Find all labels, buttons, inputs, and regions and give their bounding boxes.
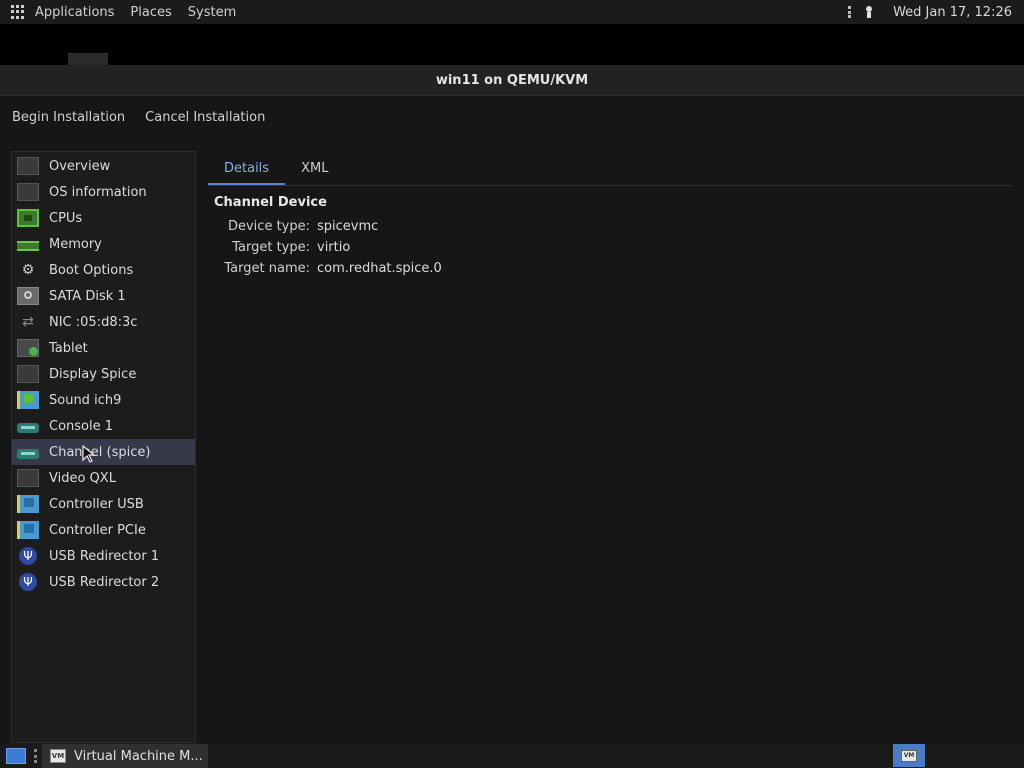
top-panel-tray: Wed Jan 17, 12:26 (848, 0, 1012, 24)
controller-card-icon (17, 521, 39, 539)
sidebar-item-usb-redirector-1[interactable]: Ψ USB Redirector 1 (12, 543, 195, 569)
menu-system[interactable]: System (188, 5, 236, 20)
cancel-installation-button[interactable]: Cancel Installation (145, 110, 265, 125)
sidebar-item-label: Overview (49, 158, 111, 174)
sidebar-item-overview[interactable]: Overview (12, 153, 195, 179)
memory-icon (17, 241, 39, 251)
sidebar-item-label: NIC :05:d8:3c (49, 314, 138, 330)
sidebar-item-label: Sound ich9 (49, 392, 122, 408)
monitor-icon (17, 469, 39, 487)
prop-value: com.redhat.spice.0 (317, 261, 442, 276)
virt-manager-icon: VM (901, 749, 917, 762)
prop-value: virtio (317, 240, 351, 255)
monitor-icon (17, 183, 39, 201)
network-icon: ⇄ (22, 314, 34, 330)
sidebar-item-label: SATA Disk 1 (49, 288, 126, 304)
mouse-cursor-icon (82, 445, 96, 463)
workspace-switcher[interactable]: VM (893, 744, 925, 767)
top-panel: Applications Places System Wed Jan 17, 1… (0, 0, 1024, 24)
gear-icon: ⚙ (21, 262, 35, 278)
sidebar-item-usb-redirector-2[interactable]: Ψ USB Redirector 2 (12, 569, 195, 595)
monitor-icon (17, 157, 39, 175)
prop-label: Target name: (224, 261, 310, 276)
sidebar-item-label: Memory (49, 236, 102, 252)
window-titlebar[interactable]: win11 on QEMU/KVM (0, 65, 1024, 96)
prop-target-type: Target type: virtio (208, 237, 1012, 258)
taskbar-button-label: Virtual Machine M... (74, 748, 203, 764)
sidebar-item-sata-disk[interactable]: SATA Disk 1 (12, 283, 195, 309)
sidebar-item-label: CPUs (49, 210, 83, 226)
sidebar-item-label: Controller PCIe (49, 522, 146, 538)
prop-label: Target type: (232, 240, 310, 255)
sidebar-item-boot-options[interactable]: ⚙ Boot Options (12, 257, 195, 283)
vm-details-window: win11 on QEMU/KVM Begin Installation Can… (0, 65, 1024, 743)
sidebar-item-console[interactable]: Console 1 (12, 413, 195, 439)
sidebar-item-cpus[interactable]: CPUs (12, 205, 195, 231)
sidebar-item-nic[interactable]: ⇄ NIC :05:d8:3c (12, 309, 195, 335)
sidebar-item-controller-pcie[interactable]: Controller PCIe (12, 517, 195, 543)
sidebar-item-label: Console 1 (49, 418, 114, 434)
tab-details[interactable]: Details (208, 151, 286, 185)
disk-icon (17, 287, 39, 305)
sidebar-item-controller-usb[interactable]: Controller USB (12, 491, 195, 517)
sound-card-icon (17, 391, 39, 409)
background-window-edge (68, 53, 108, 65)
hardware-list: Overview OS information CPUs Memory ⚙ Bo… (11, 151, 196, 743)
toolbar: Begin Installation Cancel Installation (0, 96, 1024, 138)
menu-places[interactable]: Places (130, 5, 171, 20)
sidebar-item-label: OS information (49, 184, 147, 200)
virt-manager-icon: VM (50, 749, 66, 763)
section-title: Channel Device (214, 195, 327, 210)
show-desktop-icon[interactable] (6, 748, 26, 764)
taskbar-button-virtual-machine-manager[interactable]: VM Virtual Machine M... (42, 744, 208, 768)
channel-properties: Device type: spicevmc Target type: virti… (208, 216, 1012, 279)
accessibility-icon[interactable] (865, 6, 873, 18)
bottom-panel: VM Virtual Machine M... VM (0, 743, 1024, 768)
usb-icon: Ψ (19, 573, 37, 591)
sidebar-item-label: Channel (spice) (49, 444, 151, 460)
usb-icon: Ψ (19, 547, 37, 565)
sidebar-item-display-spice[interactable]: Display Spice (12, 361, 195, 387)
serial-icon (17, 449, 39, 459)
sidebar-item-memory[interactable]: Memory (12, 231, 195, 257)
drag-handle-icon (34, 749, 38, 763)
sidebar-item-os-information[interactable]: OS information (12, 179, 195, 205)
cpu-icon (17, 209, 39, 227)
prop-target-name: Target name: com.redhat.spice.0 (208, 258, 1012, 279)
sidebar-item-channel-spice[interactable]: Channel (spice) (12, 439, 195, 465)
monitor-icon (17, 365, 39, 383)
sidebar-item-label: Display Spice (49, 366, 137, 382)
sidebar-item-label: Boot Options (49, 262, 134, 278)
apps-grid-icon[interactable] (11, 5, 25, 19)
drag-handle-icon (848, 6, 852, 18)
sidebar-item-label: USB Redirector 2 (49, 574, 160, 590)
prop-value: spicevmc (317, 219, 379, 234)
details-pane: Details XML Channel Device Device type: … (208, 151, 1012, 743)
prop-label: Device type: (227, 219, 310, 234)
window-title: win11 on QEMU/KVM (435, 72, 589, 88)
serial-icon (17, 423, 39, 433)
begin-installation-button[interactable]: Begin Installation (12, 110, 125, 125)
tab-xml[interactable]: XML (285, 151, 344, 185)
controller-card-icon (17, 495, 39, 513)
tablet-icon (17, 339, 39, 357)
sidebar-item-video-qxl[interactable]: Video QXL (12, 465, 195, 491)
sidebar-item-label: Controller USB (49, 496, 144, 512)
sidebar-item-label: Tablet (49, 340, 88, 356)
menu-applications[interactable]: Applications (35, 5, 114, 20)
prop-device-type: Device type: spicevmc (208, 216, 1012, 237)
details-tabs: Details XML (208, 151, 1012, 186)
sidebar-item-sound[interactable]: Sound ich9 (12, 387, 195, 413)
sidebar-item-label: Video QXL (49, 470, 116, 486)
clock[interactable]: Wed Jan 17, 12:26 (893, 5, 1012, 20)
sidebar-item-label: USB Redirector 1 (49, 548, 160, 564)
sidebar-item-tablet[interactable]: Tablet (12, 335, 195, 361)
